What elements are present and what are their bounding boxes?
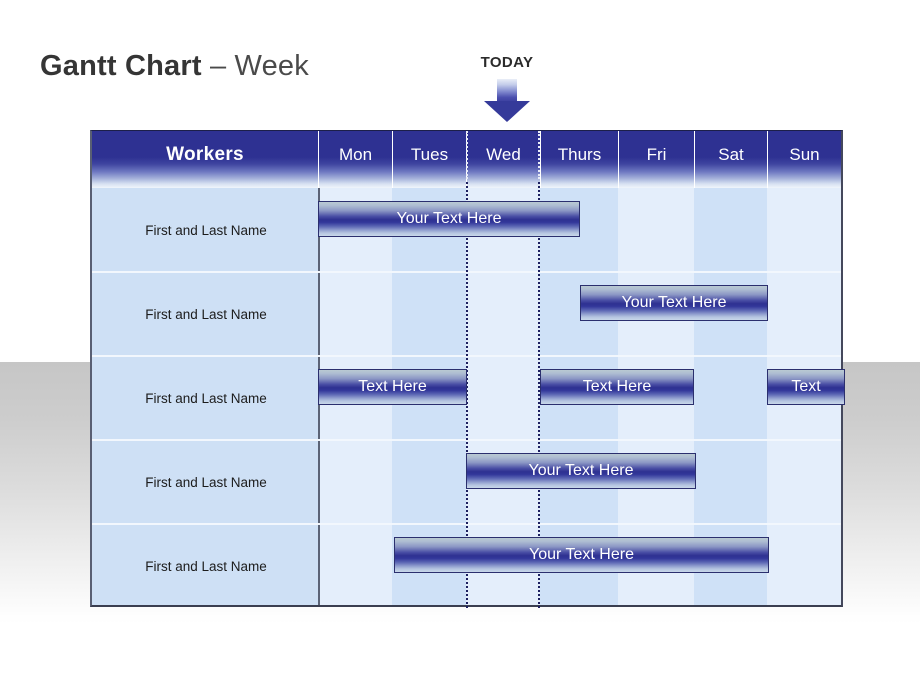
row-label-2: First and Last Name — [145, 390, 267, 406]
gantt-bar-2-2[interactable]: Text — [767, 369, 845, 405]
row-label-0: First and Last Name — [145, 222, 267, 238]
today-label: TODAY — [480, 54, 534, 71]
column-header-sat: Sat — [694, 131, 767, 188]
today-line-right-header — [538, 131, 540, 179]
column-header-fri: Fri — [618, 131, 694, 188]
today-line-left-header — [466, 131, 468, 179]
column-header-tues: Tues — [392, 131, 466, 188]
column-header-sun: Sun — [767, 131, 841, 188]
gantt-bar-2-1[interactable]: Text Here — [540, 369, 694, 405]
gantt-bar-4-0[interactable]: Your Text Here — [394, 537, 769, 573]
gantt-bar-3-0[interactable]: Your Text Here — [466, 453, 696, 489]
gantt-chart-table: Workers Mon Tues Wed Thurs Fri Sat Sun F… — [90, 130, 845, 608]
arrow-shaft — [497, 79, 517, 102]
row-label-4: First and Last Name — [145, 558, 267, 574]
column-header-thurs: Thurs — [540, 131, 618, 188]
column-header-workers: Workers — [166, 144, 244, 165]
gantt-bar-2-0[interactable]: Text Here — [318, 369, 467, 405]
today-marker: TODAY — [455, 54, 559, 122]
column-header-wed: Wed — [466, 131, 540, 188]
row-label-3: First and Last Name — [145, 474, 267, 490]
column-header-mon: Mon — [318, 131, 392, 188]
page-title: Gantt Chart – Week — [40, 50, 309, 83]
page-title-light: – Week — [201, 50, 309, 82]
down-arrow-icon — [484, 79, 530, 122]
gantt-bar-1-0[interactable]: Your Text Here — [580, 285, 768, 321]
row-label-1: First and Last Name — [145, 306, 267, 322]
arrow-head — [484, 101, 530, 122]
gantt-bar-0-0[interactable]: Your Text Here — [318, 201, 580, 237]
page-title-strong: Gantt Chart — [40, 50, 202, 82]
